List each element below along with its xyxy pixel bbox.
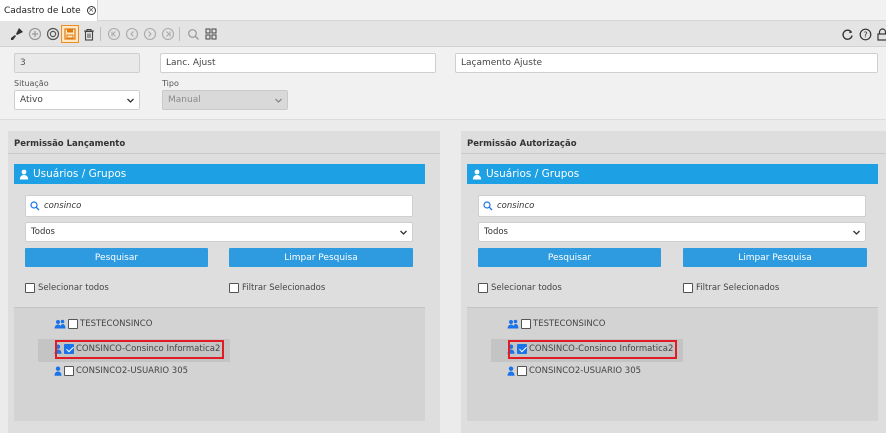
user-icon xyxy=(19,169,29,179)
user-icon xyxy=(472,169,482,179)
divider xyxy=(8,153,440,154)
filter-value: Todos xyxy=(31,227,55,237)
brush-icon[interactable] xyxy=(8,25,26,43)
next-icon[interactable] xyxy=(141,25,159,43)
pesquisar-button[interactable]: Pesquisar xyxy=(25,248,208,267)
filter-value: Todos xyxy=(484,227,508,237)
list-item-label: TESTECONSINCO xyxy=(533,319,606,329)
select-all-checkbox[interactable]: Selecionar todos xyxy=(25,283,109,293)
first-icon[interactable] xyxy=(105,25,123,43)
group-icon xyxy=(54,319,66,329)
checkbox[interactable] xyxy=(683,283,693,293)
tab-bar: Cadastro de Lote × xyxy=(0,0,886,21)
lote-form: 3 Lanc. Ajust Laçamento Ajuste Situação … xyxy=(0,47,886,120)
gear-icon[interactable] xyxy=(44,25,62,43)
search-value: consinco xyxy=(44,201,82,211)
chevron-down-icon xyxy=(400,230,407,235)
checkbox[interactable] xyxy=(517,366,527,376)
permissao-autorizacao-panel: Permissão Autorização Usuários / Grupos … xyxy=(461,131,886,433)
checkbox[interactable] xyxy=(64,366,74,376)
prev-icon[interactable] xyxy=(123,25,141,43)
permissao-lancamento-panel: Permissão Lançamento Usuários / Grupos c… xyxy=(8,131,440,433)
toolbar: ? xyxy=(0,21,886,47)
limpar-pesquisa-button[interactable]: Limpar Pesquisa xyxy=(229,248,413,267)
panel-title: Permissão Lançamento xyxy=(14,139,126,149)
checkbox[interactable] xyxy=(478,283,488,293)
refresh-icon[interactable] xyxy=(838,25,856,43)
save-icon[interactable] xyxy=(61,25,79,43)
list-item[interactable]: CONSINCO2-USUARIO 305 xyxy=(507,366,641,376)
user-group-list: TESTECONSINCO CONSINCO-Consinco Informat… xyxy=(467,307,878,421)
checkbox[interactable] xyxy=(521,319,531,329)
search-icon xyxy=(483,201,493,211)
filter-selected-checkbox[interactable]: Filtrar Selecionados xyxy=(683,283,779,293)
user-icon xyxy=(54,366,62,376)
highlight-box xyxy=(55,340,224,359)
checkbox[interactable] xyxy=(229,283,239,293)
usuarios-grupos-header: Usuários / Grupos xyxy=(14,164,425,184)
tab-title: Cadastro de Lote xyxy=(4,5,81,16)
limpar-pesquisa-button[interactable]: Limpar Pesquisa xyxy=(683,248,867,267)
select-all-label: Selecionar todos xyxy=(38,283,109,293)
header-label: Usuários / Grupos xyxy=(33,168,127,180)
user-group-list: TESTECONSINCO CONSINCO-Consinco Informat… xyxy=(14,307,425,421)
search-input[interactable]: consinco xyxy=(25,195,413,217)
usuarios-grupos-header: Usuários / Grupos xyxy=(467,164,878,184)
filter-selected-label: Filtrar Selecionados xyxy=(242,283,326,293)
panel-title: Permissão Autorização xyxy=(467,139,577,149)
close-icon[interactable]: × xyxy=(86,6,96,15)
divider xyxy=(461,153,886,154)
descricao-field[interactable]: Lanc. Ajust xyxy=(160,53,436,73)
checkbox[interactable] xyxy=(68,319,78,329)
help-icon[interactable]: ? xyxy=(856,25,874,43)
group-icon xyxy=(507,319,519,329)
situacao-select[interactable]: Ativo xyxy=(14,90,140,110)
checkbox[interactable] xyxy=(25,283,35,293)
filter-select[interactable]: Todos xyxy=(478,222,866,242)
search-icon[interactable] xyxy=(184,25,202,43)
filter-select[interactable]: Todos xyxy=(25,222,413,242)
svg-text:?: ? xyxy=(863,30,867,39)
last-icon[interactable] xyxy=(159,25,177,43)
list-item-label: CONSINCO2-USUARIO 305 xyxy=(76,366,189,376)
lock-icon[interactable] xyxy=(873,25,886,43)
header-label: Usuários / Grupos xyxy=(486,168,580,180)
tipo-label: Tipo xyxy=(162,79,179,88)
situacao-label: Situação xyxy=(14,79,49,88)
user-icon xyxy=(507,366,515,376)
situacao-value: Ativo xyxy=(20,95,43,105)
filter-selected-label: Filtrar Selecionados xyxy=(696,283,780,293)
trash-icon[interactable] xyxy=(80,25,98,43)
filter-selected-checkbox[interactable]: Filtrar Selecionados xyxy=(229,283,325,293)
list-item-label: CONSINCO2-USUARIO 305 xyxy=(529,366,642,376)
chevron-down-icon xyxy=(853,230,860,235)
list-item-label: TESTECONSINCO xyxy=(80,319,153,329)
pesquisar-button[interactable]: Pesquisar xyxy=(478,248,661,267)
highlight-box xyxy=(508,340,677,359)
list-item[interactable]: CONSINCO2-USUARIO 305 xyxy=(54,366,188,376)
list-item[interactable]: TESTECONSINCO xyxy=(54,319,152,329)
toolbar-separator xyxy=(179,27,180,41)
search-input[interactable]: consinco xyxy=(478,195,866,217)
tipo-select: Manual xyxy=(162,90,288,110)
list-item[interactable]: TESTECONSINCO xyxy=(507,319,605,329)
tipo-value: Manual xyxy=(168,95,201,105)
select-all-label: Selecionar todos xyxy=(491,283,562,293)
historico-field[interactable]: Laçamento Ajuste xyxy=(455,53,878,73)
add-icon[interactable] xyxy=(26,25,44,43)
select-all-checkbox[interactable]: Selecionar todos xyxy=(478,283,562,293)
search-icon xyxy=(30,201,40,211)
search-value: consinco xyxy=(497,201,535,211)
tab-cadastro-de-lote[interactable]: Cadastro de Lote × xyxy=(0,0,98,21)
grid-icon[interactable] xyxy=(202,25,220,43)
chevron-down-icon xyxy=(127,98,134,103)
chevron-down-icon xyxy=(275,98,282,103)
toolbar-separator xyxy=(100,27,101,41)
codigo-field[interactable]: 3 xyxy=(14,53,140,73)
